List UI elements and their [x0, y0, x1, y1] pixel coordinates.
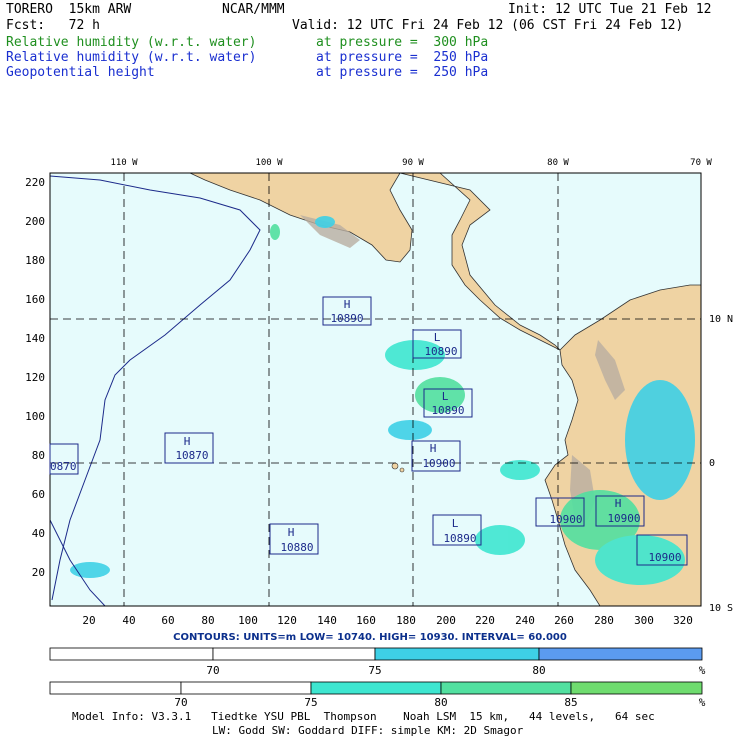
- rh-250-scale: 70 75 80 %: [49, 647, 706, 677]
- center-value: 10870: [175, 449, 208, 462]
- center-type: H: [288, 526, 295, 539]
- y-tick: 140: [25, 332, 45, 345]
- x-tick: 60: [161, 614, 174, 627]
- x-tick: 280: [594, 614, 614, 627]
- lat-label: 0: [709, 458, 715, 469]
- scale-label: 75: [304, 696, 317, 709]
- lat-labels: 10 N 0 10 S: [709, 314, 733, 614]
- contour-info: CONTOURS: UNITS=m LOW= 10740. HIGH= 1093…: [173, 632, 567, 643]
- x-tick: 100: [238, 614, 258, 627]
- weather-map: 110 W 100 W 90 W 80 W 70 W 10 N 0 10 S 2…: [25, 158, 733, 627]
- x-tick: 140: [317, 614, 337, 627]
- scale-unit: %: [699, 664, 706, 677]
- x-tick: 300: [634, 614, 654, 627]
- center-value: 10890: [424, 345, 457, 358]
- x-tick: 160: [356, 614, 376, 627]
- x-tick: 260: [554, 614, 574, 627]
- scale-label: 70: [206, 664, 219, 677]
- lon-label: 90 W: [402, 158, 424, 168]
- y-tick: 180: [25, 254, 45, 267]
- center-type: H: [615, 497, 622, 510]
- x-tick: 200: [436, 614, 456, 627]
- rh-300-scale: 70 75 80 85 %: [49, 681, 706, 709]
- y-tick: 40: [32, 527, 45, 540]
- model-info: Model Info: V3.3.1 Tiedtke YSU PBL Thomp…: [72, 710, 655, 723]
- y-tick: 220: [25, 176, 45, 189]
- x-tick: 320: [673, 614, 693, 627]
- center-value: 10890: [431, 404, 464, 417]
- center-value: 0870: [50, 460, 77, 473]
- scale-label: 85: [564, 696, 577, 709]
- center-value: 10890: [443, 532, 476, 545]
- y-tick: 80: [32, 449, 45, 462]
- left-grid-ticks: 220 200 180 160 140 120 100 80 60 40 20: [25, 176, 45, 579]
- y-tick: 160: [25, 293, 45, 306]
- center-type: H: [430, 442, 437, 455]
- lon-labels: 110 W 100 W 90 W 80 W 70 W: [110, 158, 712, 168]
- y-tick: 20: [32, 566, 45, 579]
- lon-label: 80 W: [547, 158, 569, 168]
- center-value: 10890: [330, 312, 363, 325]
- lon-label: 110 W: [110, 158, 138, 168]
- center-type: H: [184, 435, 191, 448]
- x-tick: 80: [201, 614, 214, 627]
- lat-label: 10 N: [709, 314, 733, 325]
- scale-label: 80: [434, 696, 447, 709]
- center-type: L: [442, 390, 449, 403]
- x-tick: 120: [277, 614, 297, 627]
- center-value: 10880: [280, 541, 313, 554]
- center-value: 10900: [648, 551, 681, 564]
- bottom-grid-ticks: 20 40 60 80 100 120 140 160 180 200 220 …: [82, 614, 693, 627]
- center-value: 10900: [422, 457, 455, 470]
- x-tick: 180: [396, 614, 416, 627]
- y-tick: 120: [25, 371, 45, 384]
- model-physics: LW: Godd SW: Goddard DIFF: simple KM: 2D…: [212, 724, 524, 737]
- x-tick: 220: [475, 614, 495, 627]
- y-tick: 200: [25, 215, 45, 228]
- center-type: L: [434, 331, 441, 344]
- y-tick: 60: [32, 488, 45, 501]
- center-type: L: [452, 517, 459, 530]
- x-tick: 240: [515, 614, 535, 627]
- x-tick: 40: [122, 614, 135, 627]
- scale-label: 80: [532, 664, 545, 677]
- center-value: 10900: [607, 512, 640, 525]
- lat-label: 10 S: [709, 603, 733, 614]
- lon-label: 100 W: [255, 158, 283, 168]
- lon-label: 70 W: [690, 158, 712, 168]
- scale-label: 75: [368, 664, 381, 677]
- center-type: H: [344, 298, 351, 311]
- y-tick: 100: [25, 410, 45, 423]
- center-value: 10900: [549, 513, 582, 526]
- scale-label: 70: [174, 696, 187, 709]
- x-tick: 20: [82, 614, 95, 627]
- scale-unit: %: [699, 696, 706, 709]
